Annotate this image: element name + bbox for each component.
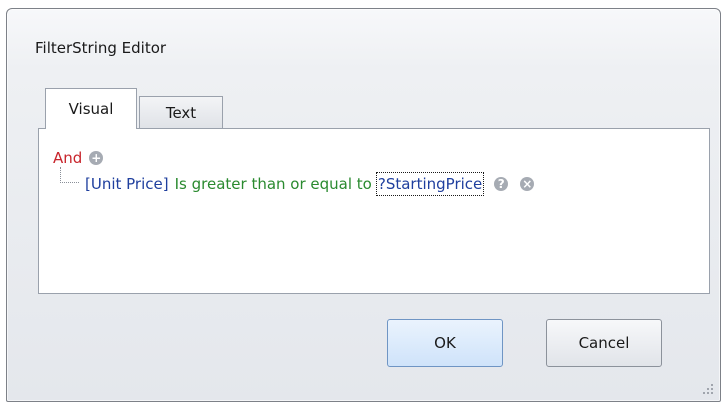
tab-text[interactable]: Text (139, 96, 223, 129)
tab-visual[interactable]: Visual (45, 88, 137, 129)
condition-operator[interactable]: Is greater than or equal to (175, 175, 372, 193)
cancel-button[interactable]: Cancel (546, 319, 662, 367)
dialog-title: FilterString Editor (35, 39, 167, 57)
title-bar[interactable]: FilterString Editor (7, 9, 720, 83)
plus-circle-icon[interactable]: + (89, 151, 104, 165)
filterstring-editor-dialog: FilterString Editor Visual Text And + [U… (6, 8, 721, 402)
cancel-button-label: Cancel (578, 334, 630, 352)
tab-visual-label: Visual (68, 100, 114, 118)
tree-connector (60, 167, 79, 183)
group-row: And + (53, 149, 104, 167)
condition-field[interactable]: [Unit Price] (85, 175, 169, 193)
filter-visual-panel: And + [Unit Price] Is greater than or eq… (38, 128, 710, 294)
ok-button[interactable]: OK (387, 319, 503, 367)
condition-value[interactable]: ?StartingPrice (375, 172, 485, 196)
resize-grip-icon[interactable] (702, 383, 714, 395)
condition-row: [Unit Price] Is greater than or equal to… (85, 172, 535, 196)
group-operator-and[interactable]: And (53, 149, 82, 167)
ok-button-label: OK (434, 334, 456, 352)
question-circle-icon[interactable]: ? (494, 177, 509, 191)
tab-text-label: Text (165, 104, 197, 122)
x-circle-icon[interactable]: × (520, 177, 535, 191)
